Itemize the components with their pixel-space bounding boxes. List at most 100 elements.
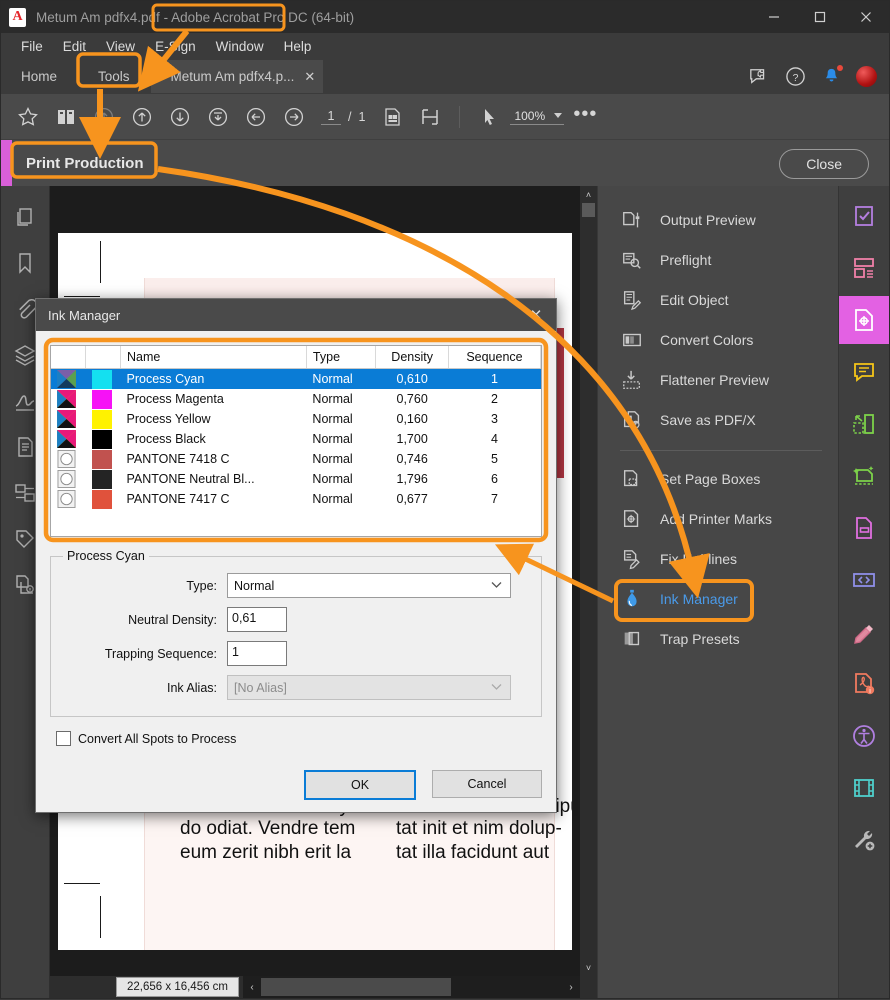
menu-esign[interactable]: E-Sign [145, 37, 206, 56]
col-header-type[interactable]: Type [306, 346, 377, 369]
previous-page-icon[interactable] [125, 100, 159, 134]
col-header-density[interactable]: Density [375, 346, 449, 369]
last-page-icon[interactable] [201, 100, 235, 134]
tab-home[interactable]: Home [1, 60, 78, 93]
neutral-density-input[interactable]: 0,61 [227, 607, 287, 632]
table-row[interactable]: Process Magenta Normal 0,760 2 [51, 389, 541, 409]
maximize-button[interactable] [797, 1, 843, 33]
feedback-icon[interactable] [748, 66, 770, 88]
page-navigator: 1 / 1 [321, 109, 365, 125]
chevron-down-icon[interactable] [554, 113, 563, 118]
tool-output-preview[interactable]: Output Preview [598, 200, 838, 240]
tool-preflight[interactable]: Preflight [598, 240, 838, 280]
tool-convert-colors[interactable]: Convert Colors [598, 320, 838, 360]
bookmarks-icon[interactable] [12, 250, 38, 276]
minimize-button[interactable] [751, 1, 797, 33]
organize-pages-icon[interactable] [839, 244, 889, 292]
tab-tools[interactable]: Tools [78, 60, 150, 93]
tool-ink-manager[interactable]: Ink Manager [598, 579, 838, 619]
scroll-left-button[interactable]: ‹ [243, 982, 261, 993]
tool-save-as-pdfx[interactable]: Save as PDF/X [598, 400, 838, 440]
comment-icon[interactable] [839, 348, 889, 396]
scroll-down-button[interactable]: ˅ [580, 959, 597, 976]
select-tool-icon[interactable] [472, 100, 506, 134]
edit-pdf-icon[interactable] [839, 608, 889, 656]
page-text-col2-line3: tat illa facidunt aut [396, 842, 550, 863]
page-dimensions: 22,656 x 16,456 cm [116, 977, 240, 997]
help-icon[interactable]: ? [784, 66, 806, 88]
tool-fix-hairlines[interactable]: Fix Hairlines [598, 539, 838, 579]
horizontal-scroll-thumb[interactable] [261, 978, 452, 996]
tab-close-icon[interactable]: ✕ [304, 69, 315, 85]
rich-media-icon[interactable] [839, 764, 889, 812]
more-tools-icon[interactable] [839, 816, 889, 864]
previous-view-icon[interactable] [239, 100, 273, 134]
menu-edit[interactable]: Edit [53, 37, 96, 56]
trapping-sequence-row: Trapping Sequence: 1 [63, 641, 529, 666]
redact-icon[interactable] [839, 400, 889, 448]
menu-help[interactable]: Help [274, 37, 322, 56]
cancel-button[interactable]: Cancel [432, 770, 542, 798]
tool-trap-presets[interactable]: Trap Presets [598, 619, 838, 659]
col-header-sequence[interactable]: Sequence [448, 346, 541, 369]
ok-button[interactable]: OK [304, 770, 416, 800]
trapping-sequence-input[interactable]: 1 [227, 641, 287, 666]
table-row[interactable]: PANTONE 7417 C Normal 0,677 7 [51, 489, 541, 509]
table-row[interactable]: Process Black Normal 1,700 4 [51, 429, 541, 449]
type-select[interactable]: Normal [227, 573, 511, 598]
close-window-button[interactable] [843, 1, 889, 33]
pdf-info-icon[interactable]: i [839, 660, 889, 708]
horizontal-scrollbar[interactable]: ‹ › [243, 976, 580, 998]
menu-window[interactable]: Window [206, 37, 274, 56]
tab-document[interactable]: Metum Am pdfx4.p... ✕ [150, 60, 324, 93]
compare-files-icon[interactable] [49, 100, 83, 134]
tool-edit-object[interactable]: Edit Object [598, 280, 838, 320]
vertical-scroll-thumb[interactable] [582, 203, 595, 217]
tab-document-label: Metum Am pdfx4.p... [170, 69, 295, 84]
next-view-icon[interactable] [277, 100, 311, 134]
menu-file[interactable]: File [11, 37, 53, 56]
tool-add-printer-marks[interactable]: Add Printer Marks [598, 499, 838, 539]
more-tools-button[interactable]: ••• [568, 100, 602, 134]
menu-view[interactable]: View [96, 37, 145, 56]
table-row[interactable]: PANTONE Neutral Bl... Normal 1,796 6 [51, 469, 541, 489]
user-avatar[interactable] [856, 66, 877, 87]
table-row[interactable]: Process Yellow Normal 0,160 3 [51, 409, 541, 429]
table-row[interactable]: PANTONE 7418 C Normal 0,746 5 [51, 449, 541, 469]
notifications-icon[interactable] [820, 64, 843, 88]
tool-label: Fix Hairlines [660, 551, 738, 567]
scroll-up-button[interactable]: ˄ [580, 186, 597, 203]
convert-all-spots-checkbox[interactable] [56, 731, 71, 746]
type-row: Type: Normal [63, 573, 529, 598]
fit-width-icon[interactable] [413, 100, 447, 134]
close-toolset-button[interactable]: Close [779, 148, 869, 179]
horizontal-scroll-track[interactable] [261, 976, 562, 998]
ink-density: 0,677 [396, 492, 428, 506]
enhance-scans-icon[interactable] [839, 452, 889, 500]
ink-list[interactable]: Name Type Density Sequence Process Cyan … [50, 345, 542, 537]
zoom-control[interactable]: 100% [510, 109, 565, 125]
accessibility-icon[interactable] [839, 712, 889, 760]
next-page-icon[interactable] [163, 100, 197, 134]
page-thumbnail-icon[interactable] [375, 100, 409, 134]
table-row[interactable]: Process Cyan Normal 0,610 1 [51, 368, 541, 389]
tool-set-page-boxes[interactable]: Set Page Boxes [598, 459, 838, 499]
tool-flattener-preview[interactable]: Flattener Preview [598, 360, 838, 400]
scroll-right-button[interactable]: › [562, 982, 580, 993]
convert-all-spots-row[interactable]: Convert All Spots to Process [56, 731, 542, 746]
prepare-form-icon[interactable] [839, 192, 889, 240]
dialog-close-icon[interactable]: ✕ [516, 299, 556, 331]
protect-icon[interactable] [839, 504, 889, 552]
col-header-name[interactable]: Name [120, 346, 307, 369]
ink-swatch [85, 368, 121, 389]
print-production-icon[interactable] [839, 296, 889, 344]
vertical-scrollbar[interactable]: ˄ ˅ [580, 186, 597, 998]
ink-sequence: 5 [490, 452, 498, 466]
javascript-icon[interactable] [839, 556, 889, 604]
star-icon[interactable] [11, 100, 45, 134]
page-number-input[interactable]: 1 [321, 109, 341, 125]
page-thumbnails-icon[interactable] [12, 204, 38, 230]
tool-label: Output Preview [660, 212, 756, 228]
toolset-bar: Print Production Close [1, 139, 889, 187]
page-total: 1 [358, 109, 366, 124]
